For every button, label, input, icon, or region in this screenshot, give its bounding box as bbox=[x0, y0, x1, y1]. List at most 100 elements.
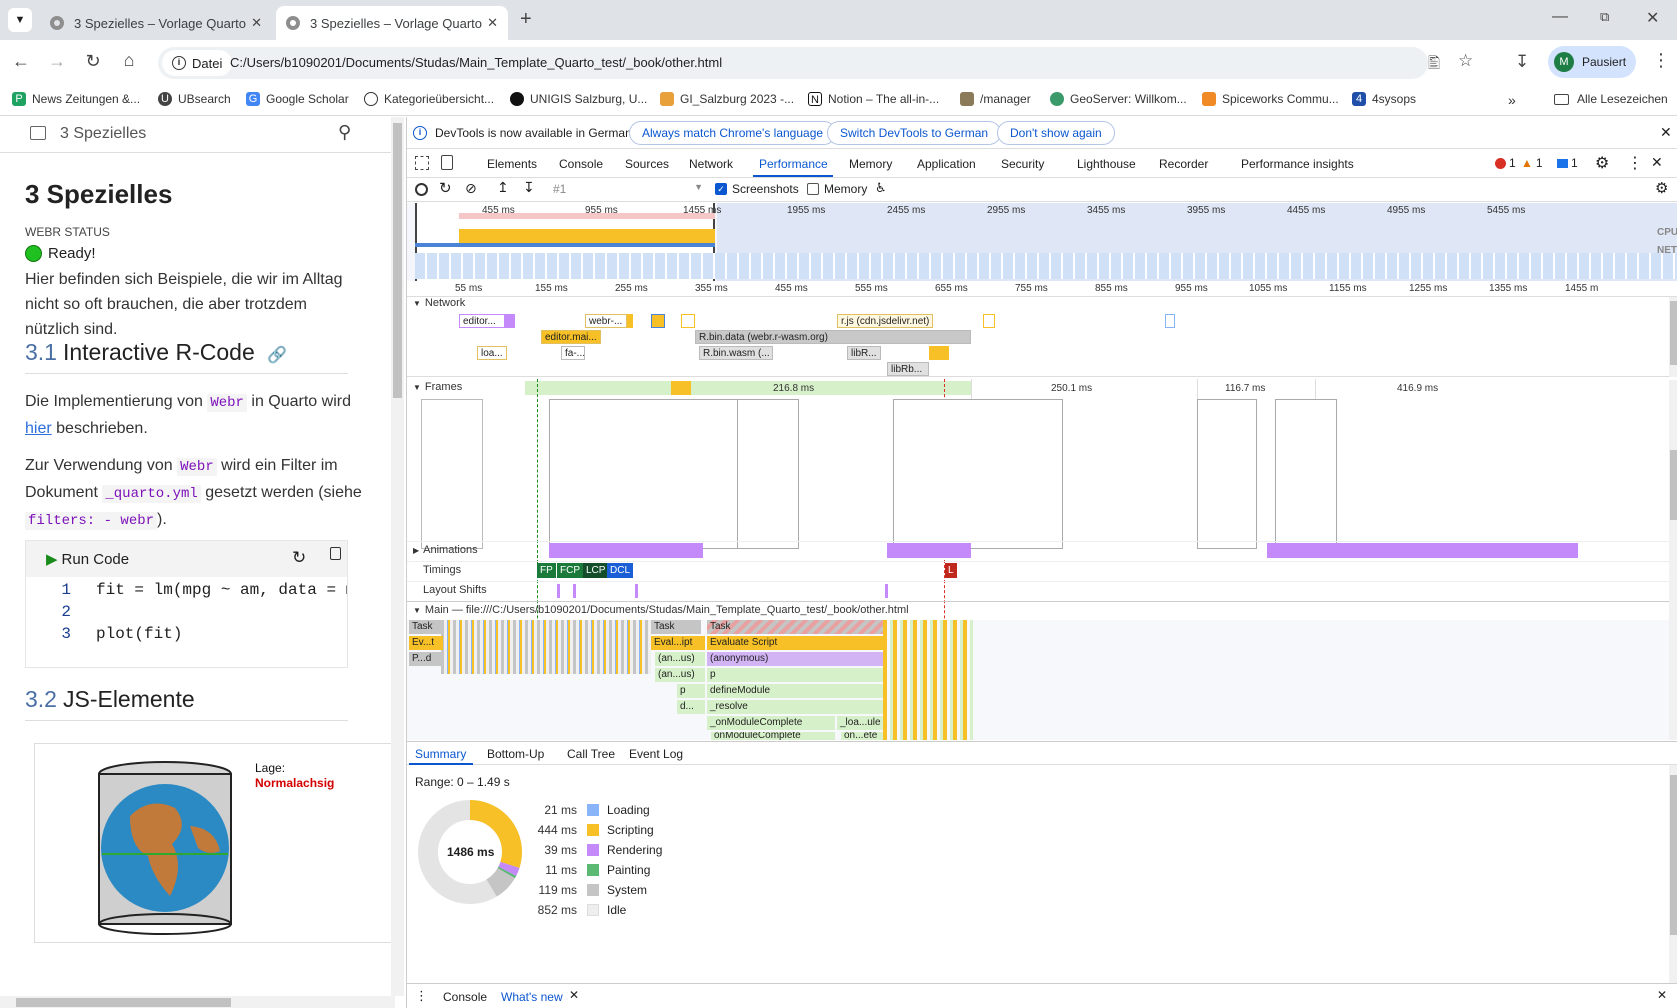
flame-task-long[interactable]: Task bbox=[707, 620, 883, 634]
memory-checkbox[interactable]: Memory bbox=[807, 182, 867, 196]
match-language-button[interactable]: Always match Chrome's language bbox=[629, 121, 837, 145]
close-tab-icon[interactable]: ✕ bbox=[487, 15, 498, 31]
anchor-link-icon[interactable]: 🔗 bbox=[267, 347, 287, 364]
animation-bar[interactable] bbox=[887, 543, 971, 558]
restore-button[interactable]: ⧉ bbox=[1600, 9, 1609, 25]
track-scrollbar[interactable] bbox=[1669, 297, 1677, 377]
timing-marker-load[interactable]: L bbox=[945, 563, 957, 578]
code-line-3[interactable]: 3 plot(fit) bbox=[26, 625, 347, 647]
settings-gear-icon[interactable]: ⚙ bbox=[1595, 153, 1609, 173]
address-bar[interactable]: i Datei C:/Users/b1090201/Documents/Stud… bbox=[158, 47, 1473, 79]
bookmark-star-icon[interactable]: ☆ bbox=[1458, 51, 1473, 71]
timing-marker-lcp[interactable]: LCP bbox=[583, 563, 609, 578]
recording-select[interactable]: #1 ▼ bbox=[553, 182, 703, 196]
close-drawer-icon[interactable]: ✕ bbox=[1657, 988, 1667, 1002]
record-icon[interactable] bbox=[415, 183, 428, 196]
flame-evaluate-script[interactable]: Eval...ipt bbox=[651, 636, 705, 650]
animation-bar[interactable] bbox=[1267, 543, 1578, 558]
switch-german-button[interactable]: Switch DevTools to German bbox=[827, 121, 1002, 145]
bookmark-4[interactable]: UNIGIS Salzburg, U... bbox=[510, 92, 647, 106]
warning-count[interactable]: ▲ 1 bbox=[1521, 156, 1543, 170]
layout-shifts-track[interactable]: Layout Shifts bbox=[407, 581, 1677, 599]
flame-function[interactable]: p bbox=[677, 684, 705, 698]
layout-shift-marker[interactable] bbox=[557, 584, 560, 598]
network-request[interactable]: loa... bbox=[477, 346, 507, 360]
more-bookmarks-icon[interactable]: » bbox=[1508, 92, 1516, 108]
timings-track[interactable]: Timings FP FCP LCP DCL L bbox=[407, 561, 1677, 579]
network-track[interactable]: ▼ Network editor... webr-... r.js (cdn.js… bbox=[407, 297, 1677, 377]
reset-icon[interactable]: ↻ bbox=[292, 548, 306, 568]
summary-scrollbar[interactable] bbox=[1669, 765, 1677, 983]
flame-evaluate[interactable]: Ev...t bbox=[409, 636, 443, 650]
message-count[interactable]: 1 bbox=[1557, 156, 1578, 170]
flame-function[interactable]: defineModule bbox=[707, 684, 883, 698]
flame-task[interactable]: Task bbox=[651, 620, 701, 634]
network-request[interactable]: libR... bbox=[847, 346, 881, 360]
flame-task[interactable]: Task bbox=[409, 620, 443, 634]
flame-function[interactable]: _onModuleComplete bbox=[707, 716, 835, 730]
tab-summary[interactable]: Summary bbox=[415, 747, 466, 761]
frames-track-label[interactable]: ▼ Frames bbox=[413, 381, 462, 393]
close-devtools-icon[interactable]: ✕ bbox=[1651, 154, 1663, 171]
tab-console[interactable]: Console bbox=[559, 157, 603, 171]
flame-function[interactable]: (an...us) bbox=[655, 668, 705, 682]
network-request[interactable]: R.bin.data (webr.r-wasm.org) bbox=[695, 330, 971, 344]
bookmark-7[interactable]: /manager bbox=[960, 92, 1031, 106]
frame-screenshot[interactable] bbox=[1275, 399, 1337, 549]
network-request[interactable]: libRb... bbox=[887, 362, 929, 376]
network-request[interactable]: editor... bbox=[459, 314, 505, 328]
drawer-tab-console[interactable]: Console bbox=[443, 990, 487, 1004]
network-request-bar[interactable] bbox=[651, 314, 665, 328]
network-request[interactable]: R.bin.wasm (... bbox=[699, 346, 773, 360]
flame-evaluate-script[interactable]: Evaluate Script bbox=[707, 636, 883, 650]
tab-elements[interactable]: Elements bbox=[487, 157, 537, 171]
more-options-icon[interactable]: ⋮ bbox=[1627, 153, 1643, 173]
forward-icon[interactable]: → bbox=[46, 51, 68, 72]
network-request-bar[interactable] bbox=[627, 314, 633, 328]
timing-marker-fcp[interactable]: FCP bbox=[557, 563, 583, 578]
frame-warning-icon[interactable] bbox=[671, 381, 691, 395]
download-icon[interactable]: ↧ bbox=[523, 179, 535, 196]
animation-bar[interactable] bbox=[549, 543, 703, 558]
bookmark-0[interactable]: P News Zeitungen &... bbox=[12, 92, 140, 106]
flame-function[interactable]: onModuleComplete bbox=[711, 732, 835, 740]
garbage-collect-icon[interactable]: ♿ bbox=[875, 180, 887, 196]
site-info-chip[interactable]: i Datei bbox=[162, 50, 233, 76]
horizontal-scrollbar[interactable] bbox=[0, 996, 395, 1008]
scrollbar-thumb[interactable] bbox=[393, 123, 402, 398]
flame-anonymous[interactable]: (an...us) bbox=[655, 652, 705, 666]
bookmark-2[interactable]: G Google Scholar bbox=[246, 92, 349, 106]
layout-shift-marker[interactable] bbox=[573, 584, 576, 598]
tab-performance[interactable]: Performance bbox=[759, 157, 828, 171]
globe-figure[interactable]: Lage: Normalachsig I bbox=[34, 743, 396, 943]
vertical-scrollbar[interactable] bbox=[391, 117, 404, 996]
tab-bottom-up[interactable]: Bottom-Up bbox=[487, 747, 544, 761]
address-url[interactable]: C:/Users/b1090201/Documents/Studas/Main_… bbox=[230, 55, 722, 70]
layout-shift-marker[interactable] bbox=[635, 584, 638, 598]
network-request-bar[interactable] bbox=[1165, 314, 1175, 328]
scrollbar-thumb[interactable] bbox=[16, 998, 231, 1007]
network-request-bar[interactable] bbox=[681, 314, 695, 328]
new-tab-button[interactable]: + bbox=[520, 8, 532, 31]
bookmark-6[interactable]: N Notion – The all-in-... bbox=[808, 92, 939, 106]
profile-button[interactable]: M Pausiert bbox=[1548, 46, 1636, 78]
flame-function[interactable]: _loa...ule bbox=[837, 716, 883, 730]
flame-anonymous[interactable]: (anonymous) bbox=[707, 652, 883, 666]
search-icon[interactable]: ⚲ bbox=[338, 122, 351, 143]
tab-performance-insights[interactable]: Performance insights bbox=[1241, 157, 1354, 171]
tab-recorder[interactable]: Recorder bbox=[1159, 157, 1208, 171]
all-bookmarks[interactable]: Alle Lesezeichen bbox=[1554, 92, 1668, 106]
drawer-menu-icon[interactable]: ⋮ bbox=[415, 988, 428, 1004]
tab-network[interactable]: Network bbox=[689, 157, 733, 171]
bookmark-8[interactable]: GeoServer: Willkom... bbox=[1050, 92, 1187, 106]
layout-shift-marker[interactable] bbox=[885, 584, 888, 598]
track-scrollbar[interactable] bbox=[1669, 380, 1677, 740]
frames-bar[interactable] bbox=[525, 381, 971, 395]
network-request-bar[interactable] bbox=[929, 346, 949, 360]
flame-function[interactable]: on...ete bbox=[841, 732, 883, 740]
browser-tab-1[interactable]: 3 Spezielles – Vorlage Quarto ✕ bbox=[40, 6, 272, 40]
bookmark-3[interactable]: Kategorieübersicht... bbox=[364, 92, 494, 106]
close-window-button[interactable]: ✕ bbox=[1646, 8, 1659, 28]
drawer-tab-whats-new[interactable]: What's new bbox=[501, 990, 563, 1004]
network-track-label[interactable]: ▼ Network bbox=[413, 297, 465, 309]
